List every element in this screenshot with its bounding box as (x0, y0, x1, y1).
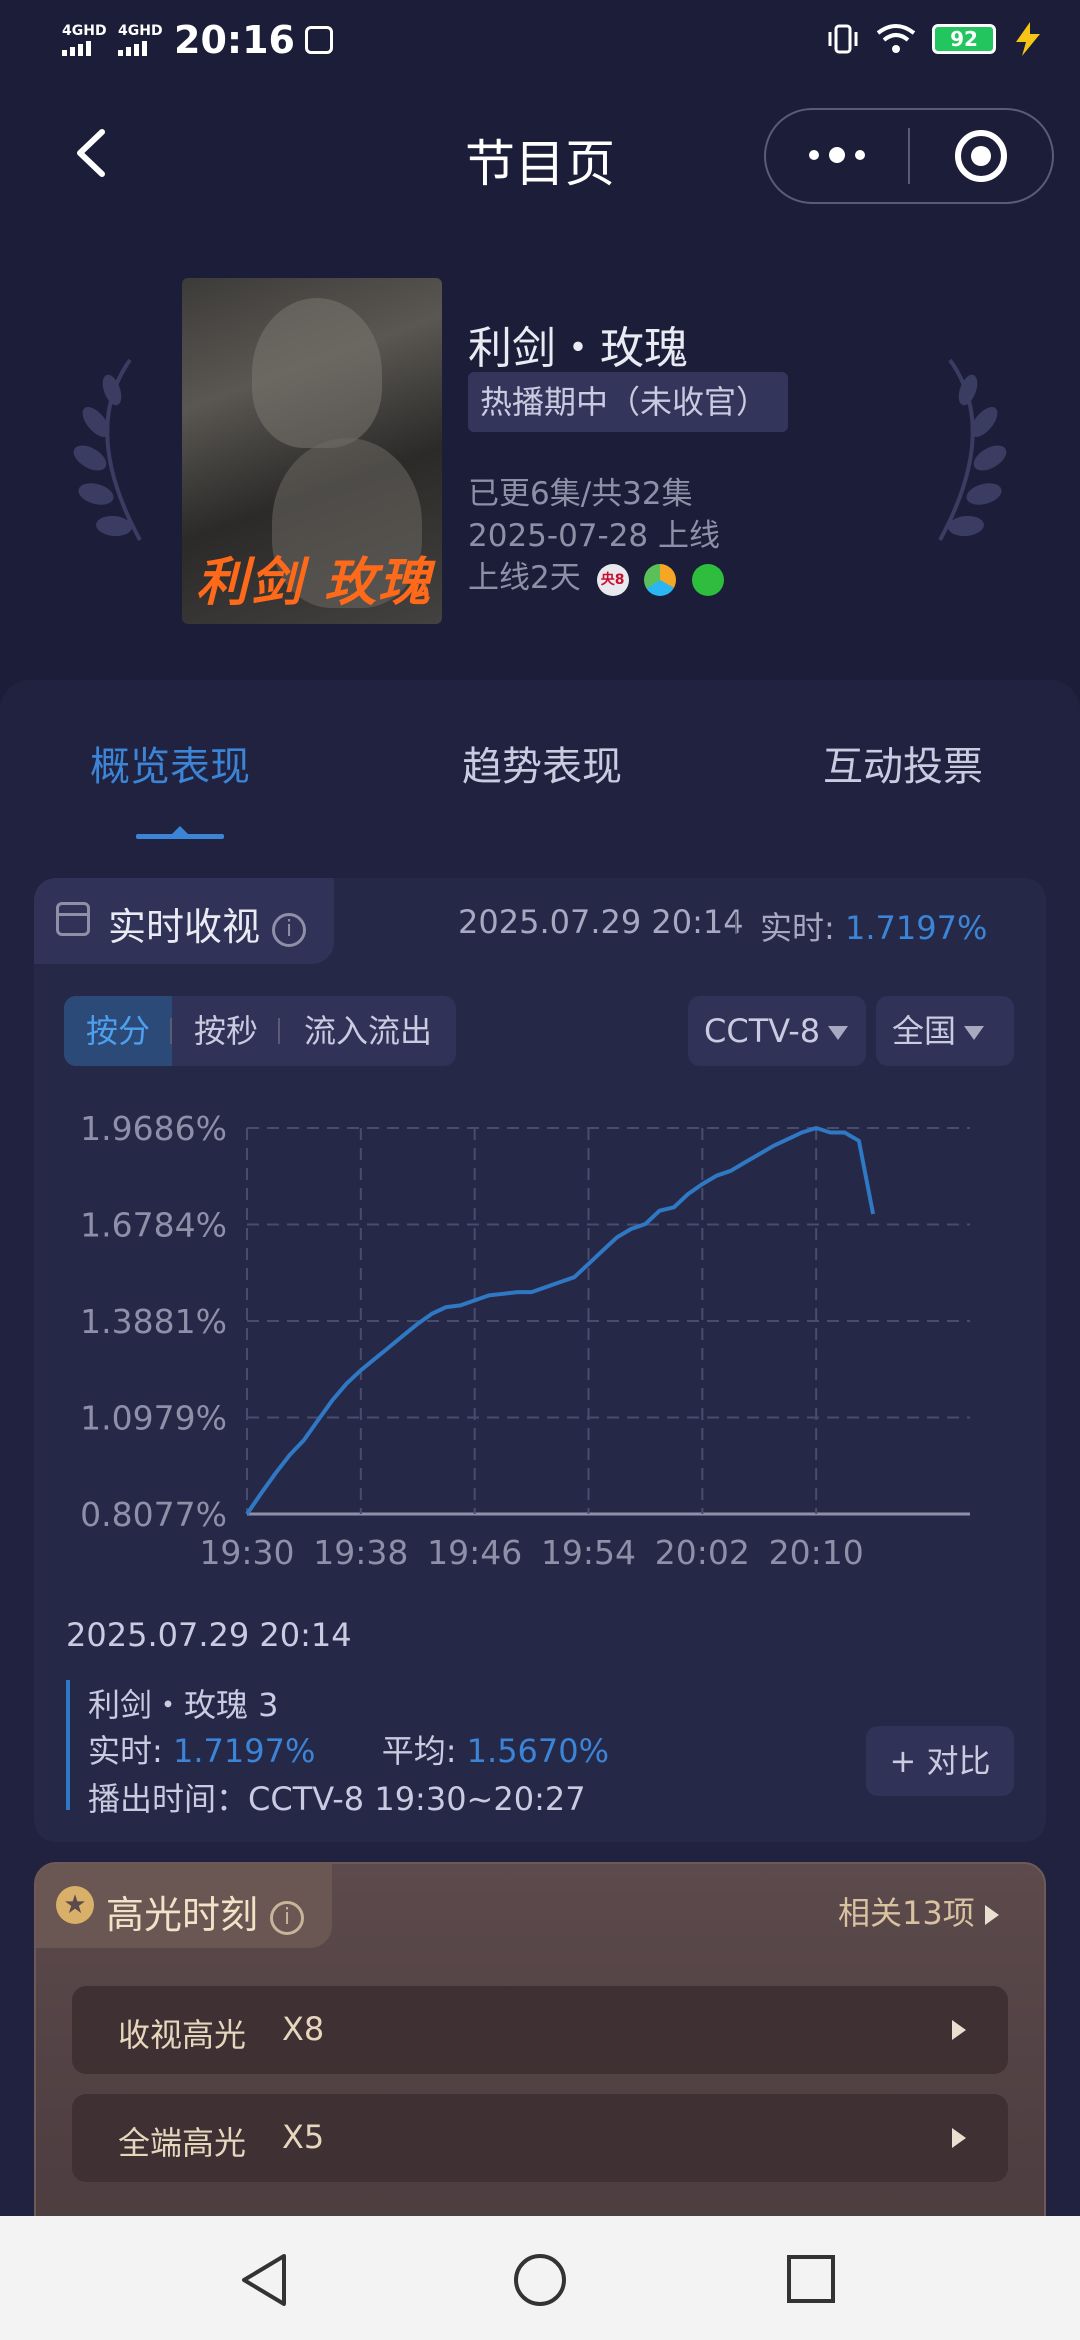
chevron-down-icon (964, 1026, 985, 1040)
signal-icon: 4GHD (118, 24, 164, 56)
tab-indicator (136, 834, 224, 839)
arrow-right-icon (952, 2020, 966, 2040)
x-tick-label: 19:30 (199, 1533, 294, 1572)
y-tick-label: 1.6784% (80, 1206, 227, 1245)
more-icon (809, 146, 865, 163)
notification-icon (304, 26, 333, 54)
charging-icon (1016, 22, 1040, 56)
realtime-value: 1.7197% (844, 909, 988, 947)
y-tick-label: 1.9686% (80, 1109, 227, 1148)
y-tick-label: 0.8077% (80, 1495, 227, 1534)
highlight-row-label: 收视高光 (118, 2016, 247, 2054)
y-tick-label: 1.3881% (80, 1302, 227, 1341)
detail-accent-bar (66, 1680, 70, 1810)
arrow-right-icon (952, 2128, 966, 2148)
info-icon[interactable]: i (272, 912, 307, 947)
days-online-row: 上线2天 央8 (468, 552, 725, 597)
days-online: 上线2天 (468, 560, 581, 596)
segment-by-minute[interactable]: 按分 (64, 996, 172, 1066)
tab-vote[interactable]: 互动投票 (823, 734, 983, 792)
region-value: 全国 (892, 1012, 957, 1050)
x-tick-label: 20:02 (655, 1533, 750, 1572)
status-left: 4GHD 4GHD 20:16 (62, 18, 333, 62)
highlight-row-label: 全端高光 (118, 2124, 247, 2162)
realtime-title: 实时收视 i (108, 896, 307, 951)
battery-icon: 92 (932, 24, 996, 54)
channel-dropdown[interactable]: CCTV-8 (688, 996, 866, 1066)
x-tick-label: 19:46 (427, 1533, 522, 1572)
clock: 20:16 (174, 18, 295, 62)
tab-trend[interactable]: 趋势表现 (462, 734, 622, 792)
mini-program-capsule (764, 108, 1054, 204)
wifi-icon (876, 24, 916, 53)
ratings-line-chart[interactable]: 1.9686% 1.6784% 1.3881% 1.0979% 0.8077%19:30… (40, 1100, 1000, 1600)
status-bar: 4GHD 4GHD 20:16 92 (0, 0, 1080, 80)
highlight-row-count: X8 (282, 2010, 325, 2048)
signal-icon: 4GHD (62, 24, 108, 56)
detail-average-value: 1.5670% (466, 1732, 610, 1770)
info-icon[interactable]: i (270, 1900, 305, 1935)
segment-by-second[interactable]: 按秒 (172, 996, 280, 1066)
laurel-icon (938, 358, 1007, 541)
segment-flow[interactable]: 流入流出 (280, 996, 456, 1066)
granularity-segmented-control: 按分 按秒 流入流出 (64, 996, 456, 1066)
tab-overview[interactable]: 概览表现 (90, 734, 250, 792)
detail-timestamp: 2025.07.29 20:14 (66, 1616, 352, 1654)
tencent-video-logo-icon (644, 563, 677, 596)
star-icon: ★ (56, 1886, 94, 1924)
x-tick-label: 20:10 (769, 1533, 864, 1572)
x-tick-label: 19:54 (541, 1533, 636, 1572)
nav-back-icon[interactable] (238, 2252, 290, 2308)
detail-episode: 利剑・玫瑰 3 (88, 1686, 279, 1724)
program-name: 利剑・玫瑰 (468, 323, 688, 374)
poster-title: 利剑 玫瑰 (196, 553, 433, 613)
x-tick-label: 19:38 (313, 1533, 408, 1572)
episode-count: 已更6集/共32集 (468, 476, 693, 512)
system-nav-bar (0, 2216, 1080, 2340)
realtime-timestamp: 2025.07.29 20:14 (458, 903, 744, 941)
region-dropdown[interactable]: 全国 (876, 996, 1014, 1066)
more-button[interactable] (766, 110, 908, 202)
status-right: 92 (826, 22, 1044, 56)
compare-button[interactable]: + 对比 (866, 1726, 1014, 1796)
status-badge: 热播期中（未收官） (468, 372, 788, 432)
target-icon (955, 130, 1007, 182)
divider (735, 912, 737, 934)
detail-realtime-value: 1.7197% (172, 1732, 316, 1770)
realtime-value-row: 实时: 1.7197% (760, 909, 988, 947)
release-date: 2025-07-28 上线 (468, 518, 721, 554)
highlights-more-link[interactable]: 相关13项 (838, 1888, 999, 1934)
cctv8-logo-icon: 央8 (596, 563, 629, 596)
arrow-right-icon (984, 1905, 999, 1925)
laurel-icon (73, 358, 142, 541)
detail-values: 实时: 1.7197% 平均: 1.5670% (88, 1732, 610, 1770)
iqiyi-logo-icon (692, 563, 725, 596)
channel-value: CCTV-8 (704, 1012, 821, 1050)
close-program-button[interactable] (910, 110, 1052, 202)
y-tick-label: 1.0979% (80, 1399, 227, 1438)
chevron-down-icon (828, 1026, 849, 1040)
poster-image[interactable]: 利剑 玫瑰 (182, 278, 442, 624)
highlight-row-count: X5 (282, 2118, 325, 2156)
highlights-title: 高光时刻 i (106, 1884, 305, 1939)
nav-home-icon[interactable] (512, 2252, 568, 2308)
vibrate-icon (828, 24, 858, 54)
detail-airtime: 播出时间：CCTV-8 19:30~20:27 (88, 1780, 586, 1818)
nav-recents-icon[interactable] (786, 2254, 836, 2304)
film-icon (56, 902, 90, 936)
series-line (245, 1126, 876, 1516)
